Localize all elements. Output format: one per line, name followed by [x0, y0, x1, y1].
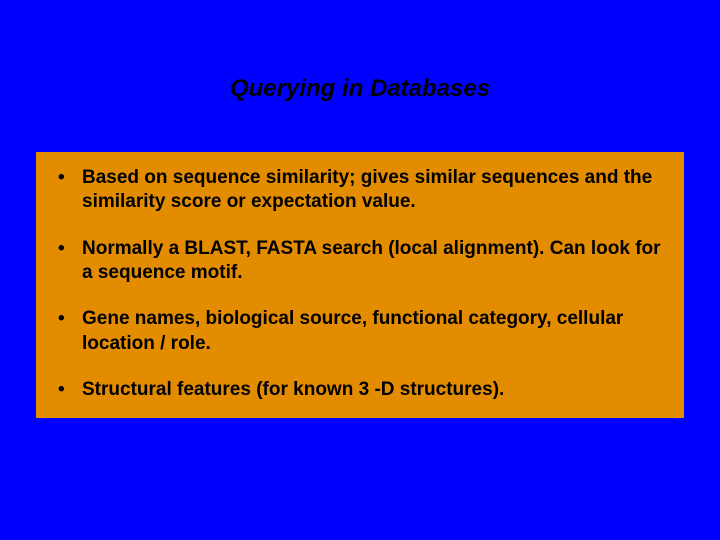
slide: Querying in Databases • Based on sequenc… — [0, 0, 720, 540]
bullet-text: Gene names, biological source, functiona… — [82, 308, 623, 353]
slide-title: Querying in Databases — [0, 75, 720, 103]
bullet-text: Structural features (for known 3 -D stru… — [82, 379, 504, 400]
bullet-list: • Based on sequence similarity; gives si… — [54, 166, 666, 402]
list-item: • Based on sequence similarity; gives si… — [54, 166, 666, 215]
bullet-text: Based on sequence similarity; gives simi… — [82, 167, 652, 212]
bullet-text: Normally a BLAST, FASTA search (local al… — [82, 238, 661, 283]
bullet-icon: • — [58, 378, 65, 402]
list-item: • Structural features (for known 3 -D st… — [54, 378, 666, 402]
content-box: • Based on sequence similarity; gives si… — [36, 152, 684, 418]
list-item: • Normally a BLAST, FASTA search (local … — [54, 237, 666, 286]
bullet-icon: • — [58, 237, 65, 261]
bullet-icon: • — [58, 166, 65, 190]
bullet-icon: • — [58, 307, 65, 331]
list-item: • Gene names, biological source, functio… — [54, 307, 666, 356]
